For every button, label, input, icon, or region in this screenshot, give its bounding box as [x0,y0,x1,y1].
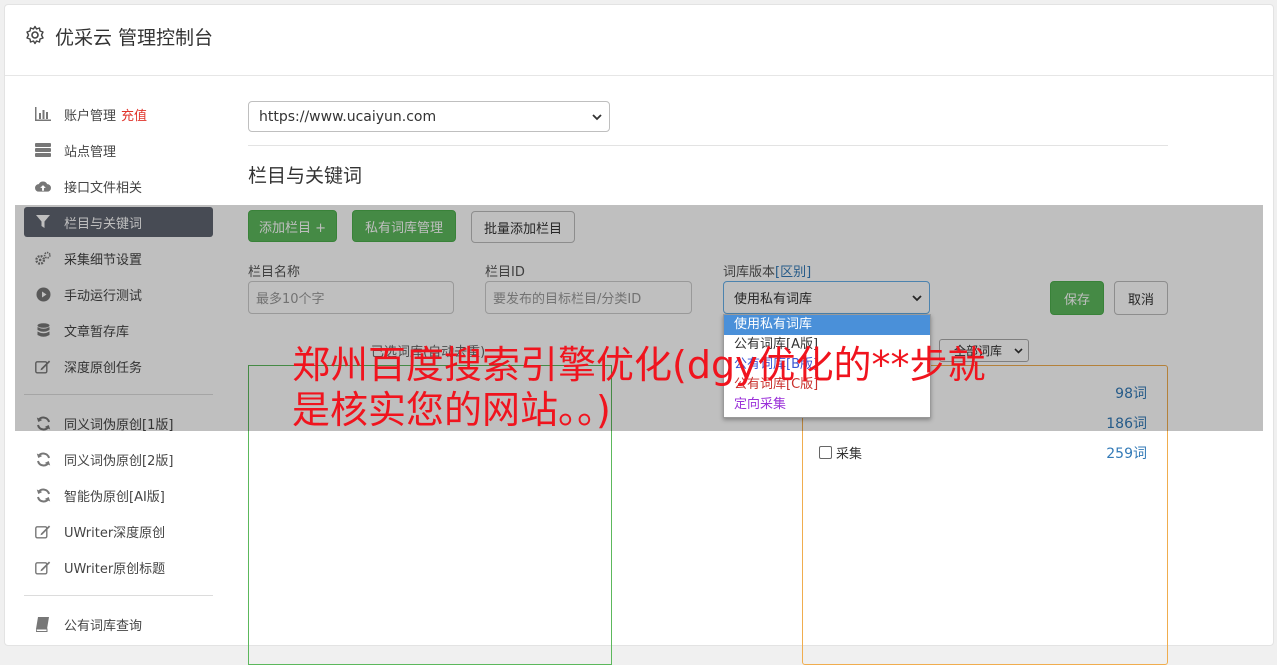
lib-word-count: 259词 [1106,446,1147,462]
chevron-down-icon [592,114,602,121]
gear-icon [26,25,44,45]
cloud-upload-icon [35,178,51,194]
header: 优采云 管理控制台 [5,5,1273,76]
sidebar-item-label: 同义词伪原创[2版] [64,453,174,469]
sidebar-item-public-lib[interactable]: 公有词库查询 [24,609,213,639]
divider [248,145,1168,146]
sidebar-item-uwriter-deep[interactable]: UWriter深度原创 [24,516,213,546]
lib-checkbox-row[interactable]: 采集 [819,443,862,462]
sidebar-item-label: 智能伪原创[AI版] [64,489,165,505]
sidebar-item-interface[interactable]: 接口文件相关 [24,171,213,201]
watermark-text: 郑州百度搜索引擎优化(dgy优化的**步就是核实您的网站。。) [292,343,986,432]
sidebar-item-label: 公有词库查询 [64,618,143,634]
site-select[interactable]: https://www.ucaiyun.com [248,101,610,132]
refresh-icon [35,487,51,503]
sidebar-item-label: UWriter深度原创 [64,525,166,541]
lib-name: 采集 [836,447,863,462]
edit-icon [35,559,51,575]
sidebar-item-uwriter-title[interactable]: UWriter原创标题 [24,552,213,582]
server-icon [35,142,51,158]
sidebar-item-ai-rewrite[interactable]: 智能伪原创[AI版] [24,480,213,510]
bar-chart-icon [35,106,51,122]
sidebar-item-label: 账户管理 [64,108,117,124]
book-icon [35,616,51,632]
dropdown-option[interactable]: 使用私有词库 [724,315,930,335]
recharge-link[interactable]: 充值 [121,105,147,124]
checkbox[interactable] [819,446,832,459]
refresh-icon [35,451,51,467]
section-title: 栏目与关键词 [248,165,363,187]
sidebar-item-label: 站点管理 [64,144,117,160]
site-select-value: https://www.ucaiyun.com [259,108,437,125]
sidebar-item-sites[interactable]: 站点管理 [24,135,213,165]
sidebar-divider [24,595,213,596]
page-title: 优采云 管理控制台 [55,27,214,49]
sidebar-item-synonym-v2[interactable]: 同义词伪原创[2版] [24,444,213,474]
sidebar-item-label: 接口文件相关 [64,180,143,196]
sidebar-item-label: UWriter原创标题 [64,561,166,577]
sidebar-item-account[interactable]: 账户管理 充值 [24,99,213,129]
edit-icon [35,523,51,539]
